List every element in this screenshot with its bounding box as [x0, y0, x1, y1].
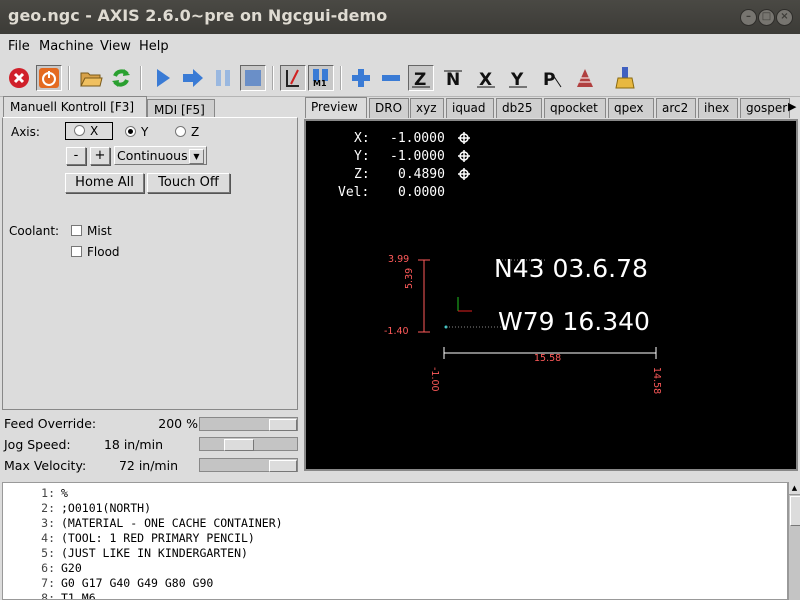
list-item[interactable]: 2: ;O0101(NORTH) [3, 501, 151, 516]
tab-gosper[interactable]: gosper [740, 98, 790, 118]
home-all-button[interactable]: Home All [65, 173, 144, 193]
jog-speed-label: Jog Speed: [4, 437, 71, 452]
list-item[interactable]: 4: (TOOL: 1 RED PRIMARY PENCIL) [3, 531, 255, 546]
view-z-icon[interactable]: Z [408, 65, 434, 91]
manual-control-panel: Axis: X Y Z - + Continuous ▼ Home All To… [2, 117, 298, 410]
feed-override-slider[interactable] [199, 417, 298, 431]
list-item[interactable]: 5: (JUST LIKE IN KINDERGARTEN) [3, 546, 248, 561]
toolpath-plot [418, 259, 657, 359]
jog-mode-select[interactable]: Continuous ▼ [114, 146, 207, 165]
view-z2-icon[interactable]: N [440, 65, 466, 91]
zoom-out-icon[interactable] [378, 65, 404, 91]
tab-arc2[interactable]: arc2 [656, 98, 696, 118]
axis-label: Axis: [11, 125, 40, 139]
run-icon[interactable] [150, 65, 176, 91]
origin-axes-icon [457, 297, 472, 312]
optional-stop-label: M1 [313, 79, 327, 88]
gcode-listing[interactable]: 1:% 2: ;O0101(NORTH) 3: (MATERIAL - ONE CA… [2, 482, 788, 600]
window-title: geo.ngc - AXIS 2.6.0~pre on Ngcgui-demo [8, 6, 388, 25]
close-button[interactable]: × [776, 9, 793, 26]
toggle-optional-stop-icon[interactable]: M1 [308, 65, 334, 91]
toolpath-text-north: N43 03.6.78 [494, 254, 648, 283]
svg-text:N: N [446, 70, 460, 89]
feed-override-value: 200 % [158, 416, 198, 431]
tab-manual-control[interactable]: Manuell Kontroll [F3] [3, 96, 147, 119]
scroll-up-icon[interactable]: ▲ [789, 482, 800, 495]
machine-power-icon[interactable] [36, 65, 62, 91]
slider-thumb[interactable] [269, 419, 297, 431]
menu-help[interactable]: Help [139, 39, 169, 54]
flood-checkbox[interactable]: Flood [71, 245, 120, 259]
svg-text:Y: Y [510, 70, 524, 89]
view-x-icon[interactable]: X [473, 65, 499, 91]
jog-minus-button[interactable]: - [66, 147, 86, 165]
clear-backplot-icon[interactable] [612, 65, 638, 91]
view-p-icon[interactable]: P [538, 65, 564, 91]
gcode-scrollbar[interactable]: ▲ [788, 482, 800, 600]
axis-y-radio[interactable]: Y [125, 124, 148, 140]
tab-iquad[interactable]: iquad [446, 98, 494, 118]
tab-ihex[interactable]: ihex [698, 98, 738, 118]
chevron-down-icon: ▼ [189, 149, 204, 164]
slider-thumb[interactable] [269, 460, 297, 472]
mist-checkbox[interactable]: Mist [71, 224, 112, 238]
view-y-icon[interactable]: Y [505, 65, 531, 91]
max-velocity-slider[interactable] [199, 458, 298, 472]
reload-icon[interactable] [108, 65, 134, 91]
pause-icon[interactable] [210, 65, 236, 91]
tab-dro[interactable]: DRO [369, 98, 409, 118]
menu-file[interactable]: File [8, 39, 30, 54]
preview-canvas[interactable]: X: -1.0000 Y: -1.0000 Z: 0.4890 Vel: 0.0… [304, 119, 798, 471]
dim-bottom: -1.40 [384, 326, 409, 337]
max-velocity-value: 72 in/min [118, 458, 178, 473]
list-item[interactable]: 1:% [3, 486, 68, 501]
list-item[interactable]: 8: T1 M6 [3, 591, 95, 599]
tab-xyz[interactable]: xyz [410, 98, 444, 118]
touch-off-button[interactable]: Touch Off [147, 173, 230, 193]
stop-icon[interactable] [240, 65, 266, 91]
list-item[interactable]: 3: (MATERIAL - ONE CACHE CONTAINER) [3, 516, 282, 531]
feed-override-label: Feed Override: [4, 416, 97, 431]
menu-machine[interactable]: Machine [39, 39, 93, 54]
title-bar: geo.ngc - AXIS 2.6.0~pre on Ngcgui-demo … [0, 0, 800, 34]
tab-qpex[interactable]: qpex [608, 98, 654, 118]
rotate-view-icon[interactable] [572, 65, 598, 91]
max-velocity-label: Max Velocity: [4, 458, 87, 473]
height-extent [418, 259, 430, 333]
list-item[interactable]: 6: G20 [3, 561, 82, 576]
toolbar: M1 Z N X Y P [0, 60, 800, 97]
dim-width: 15.58 [534, 353, 562, 364]
svg-text:X: X [479, 70, 492, 89]
jog-plus-button[interactable]: + [90, 147, 110, 165]
maximize-button[interactable]: □ [758, 9, 775, 26]
minimize-button[interactable]: – [740, 9, 757, 26]
tab-qpocket[interactable]: qpocket [544, 98, 606, 118]
svg-text:Z: Z [414, 70, 426, 89]
estop-icon[interactable] [6, 65, 32, 91]
jog-speed-slider[interactable] [199, 437, 298, 451]
menu-view[interactable]: View [100, 39, 131, 54]
coolant-label: Coolant: [9, 224, 60, 238]
menu-bar: File Machine View Help [0, 34, 800, 60]
step-icon[interactable] [180, 65, 206, 91]
zoom-in-icon[interactable] [348, 65, 374, 91]
toolpath-text-west: W79 16.340 [498, 307, 650, 336]
slider-thumb[interactable] [224, 439, 254, 451]
list-item[interactable]: 7: G0 G17 G40 G49 G80 G90 [3, 576, 213, 591]
tab-scroll-right-icon[interactable]: ▶ [788, 100, 796, 113]
toggle-block-delete-icon[interactable] [280, 65, 306, 91]
scroll-thumb[interactable] [790, 496, 800, 526]
dim-top: 3.99 [388, 254, 410, 265]
svg-text:P: P [543, 70, 555, 89]
jog-mode-value: Continuous [117, 148, 188, 163]
tab-db25[interactable]: db25 [496, 98, 542, 118]
jog-speed-value: 18 in/min [103, 437, 163, 452]
dim-left: -1.00 [429, 367, 440, 392]
dim-height: 5.39 [404, 267, 415, 289]
dim-right: 14.58 [651, 367, 662, 395]
axis-z-radio[interactable]: Z [175, 124, 199, 140]
axis-x-radio[interactable]: X [65, 122, 113, 140]
open-file-icon[interactable] [78, 65, 104, 91]
tab-preview[interactable]: Preview [305, 97, 367, 118]
